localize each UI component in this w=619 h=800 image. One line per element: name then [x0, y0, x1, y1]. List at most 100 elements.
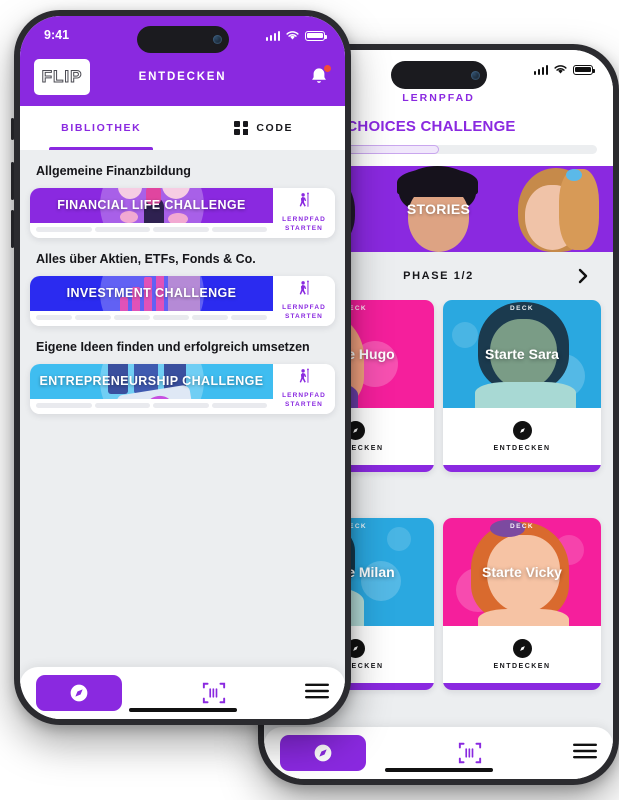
entdecken-screen: 9:41 FLIP ENTDECKEN BIBLIOTHEK CODE Allg… — [20, 16, 345, 719]
start-lernpfad-button[interactable]: LERNPFAD STARTEN — [273, 188, 335, 238]
nav-compass-button-right[interactable] — [280, 735, 366, 771]
deck-footer: ENTDECKEN — [443, 626, 601, 683]
challenge-progress-segments — [30, 310, 273, 326]
barcode-scan-icon — [458, 742, 481, 764]
hiker-icon — [299, 280, 309, 295]
tab-code[interactable]: CODE — [183, 106, 346, 150]
phase-label: PHASE 1/2 — [403, 270, 474, 282]
cellular-bars-icon — [265, 30, 280, 41]
deck-footer: ENTDECKEN — [443, 408, 601, 465]
barcode-scan-icon — [202, 682, 225, 704]
challenge-card[interactable]: FINANCIAL LIFE CHALLENGE LERNPFAD STARTEN — [30, 188, 335, 238]
wifi-icon — [286, 30, 299, 40]
chevron-right-icon[interactable] — [575, 268, 591, 284]
flip-logo[interactable]: FLIP — [34, 59, 90, 95]
hamburger-menu-icon — [573, 743, 597, 758]
start-lernpfad-button[interactable]: LERNPFAD STARTEN — [273, 275, 335, 326]
volume-down-button[interactable] — [11, 210, 14, 248]
progress-segment — [192, 314, 228, 320]
dynamic-island-right — [390, 61, 487, 89]
challenge-card[interactable]: ENTREPRENEURSHIP CHALLENGE LERNPFAD START… — [30, 363, 335, 414]
battery-icon — [573, 64, 595, 75]
deck-cta-label: ENTDECKEN — [493, 445, 551, 452]
status-time: 9:41 — [44, 28, 70, 42]
nav-menu-button-left[interactable] — [305, 682, 329, 705]
progress-segment — [94, 226, 150, 232]
challenge-name: INVESTMENT CHALLENGE — [66, 286, 237, 301]
nav-compass-button-left[interactable] — [36, 675, 122, 711]
section-title: Allgemeine Finanzbildung — [36, 164, 191, 178]
start-lernpfad-label: LERNPFAD STARTEN — [282, 216, 326, 233]
deck-cta-label: ENTDECKEN — [493, 663, 551, 670]
deck-card[interactable]: DECK Starte Vicky ENTDECKEN — [443, 518, 601, 690]
challenge-artwork: INVESTMENT CHALLENGE — [30, 275, 273, 311]
screenshot-stage: LERNPFAD FUTURE CHOICES CHALLENGE STORIE… — [0, 0, 619, 800]
start-lernpfad-label: LERNPFAD STARTEN — [282, 391, 326, 409]
story-avatar-3 — [497, 166, 613, 252]
stories-label: STORIES — [406, 201, 471, 217]
dynamic-island-left — [136, 26, 229, 53]
start-lernpfad-button[interactable]: LERNPFAD STARTEN — [273, 363, 335, 414]
nav-scan-button-right[interactable] — [366, 741, 573, 765]
tab-bar: BIBLIOTHEK CODE — [20, 106, 345, 150]
nav-scan-button-left[interactable] — [122, 681, 305, 705]
tab-bibliothek-label: BIBLIOTHEK — [61, 122, 142, 134]
compass-icon — [70, 684, 88, 702]
volume-up-button[interactable] — [11, 162, 14, 200]
deck-progress-bar — [443, 465, 601, 472]
challenge-name: ENTREPRENEURSHIP CHALLENGE — [39, 374, 264, 389]
bottom-nav-left — [20, 667, 345, 719]
compass-icon — [314, 744, 332, 762]
progress-segment — [36, 402, 92, 408]
app-top-bar: 9:41 FLIP ENTDECKEN — [20, 16, 345, 106]
challenge-progress-segments — [30, 398, 273, 414]
nav-menu-button-right[interactable] — [573, 742, 597, 765]
section-title: Eigene Ideen finden und erfolgreich umse… — [36, 339, 310, 354]
front-camera-icon — [470, 70, 480, 80]
mute-switch[interactable] — [11, 118, 14, 140]
progress-segment — [94, 402, 150, 408]
deck-tag: DECK — [509, 305, 535, 312]
challenge-name: FINANCIAL LIFE CHALLENGE — [57, 198, 246, 213]
deck-artwork: DECK Starte Vicky — [443, 518, 601, 626]
battery-icon — [305, 30, 327, 41]
deck-name: Starte Vicky — [482, 564, 562, 580]
progress-segment — [153, 314, 189, 320]
progress-segment — [114, 314, 150, 320]
phone-device-left: 9:41 FLIP ENTDECKEN BIBLIOTHEK CODE Allg… — [11, 10, 351, 725]
notification-badge — [323, 64, 332, 73]
progress-segment — [36, 226, 92, 232]
deck-tag: DECK — [509, 523, 535, 530]
progress-segment — [211, 226, 267, 232]
wifi-icon — [554, 64, 567, 74]
library-scroll-area[interactable]: Allgemeine Finanzbildung FINANCIAL LIFE … — [20, 150, 345, 667]
home-indicator-left — [128, 707, 237, 712]
challenge-artwork: ENTREPRENEURSHIP CHALLENGE — [30, 363, 273, 399]
challenge-progress-segments — [30, 222, 273, 238]
challenge-card[interactable]: INVESTMENT CHALLENGE LERNPFAD STARTEN — [30, 275, 335, 326]
front-camera-icon — [212, 35, 222, 44]
start-lernpfad-label: LERNPFAD STARTEN — [282, 303, 326, 321]
progress-segment — [211, 402, 267, 408]
compass-icon — [512, 421, 532, 440]
progress-segment — [153, 402, 209, 408]
phone-screen-bezel-left: 9:41 FLIP ENTDECKEN BIBLIOTHEK CODE Allg… — [20, 16, 345, 719]
notifications-button[interactable] — [307, 64, 332, 89]
deck-name: Starte Sara — [485, 346, 559, 362]
tab-bibliothek[interactable]: BIBLIOTHEK — [20, 106, 183, 150]
deck-progress-bar — [443, 683, 601, 690]
deck-artwork: DECK Starte Sara — [443, 300, 601, 408]
tab-code-label: CODE — [256, 122, 294, 134]
app-bar-row: FLIP ENTDECKEN — [20, 54, 345, 100]
deck-card[interactable]: DECK Starte Sara ENTDECKEN — [443, 300, 601, 472]
hiker-icon — [299, 192, 309, 207]
compass-icon — [512, 639, 532, 658]
bottom-nav-right — [264, 727, 613, 779]
progress-segment — [36, 314, 72, 320]
cellular-bars-icon — [533, 64, 548, 75]
progress-segment — [231, 314, 267, 320]
progress-segment — [153, 226, 209, 232]
progress-segment — [75, 314, 111, 320]
qr-code-icon — [234, 121, 249, 135]
hiker-icon — [299, 368, 309, 383]
